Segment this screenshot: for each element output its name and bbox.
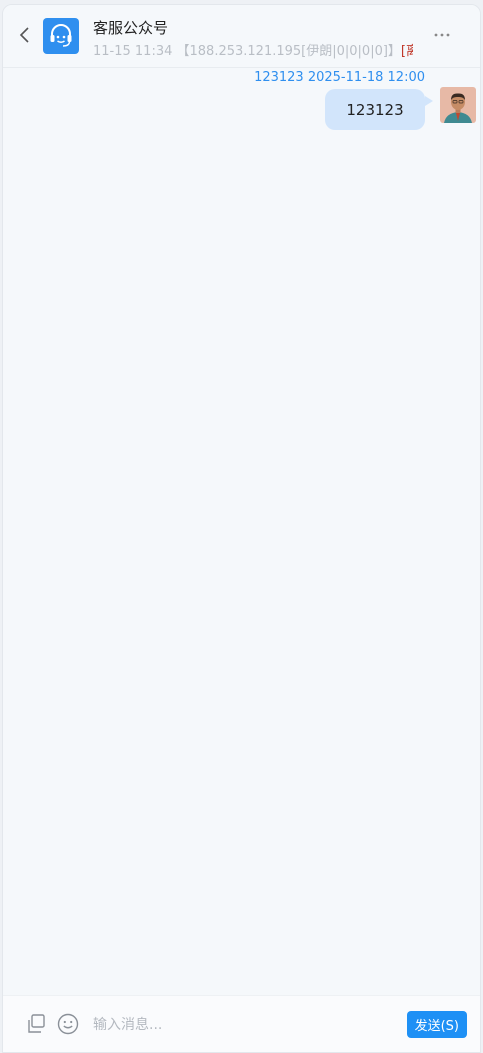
message-timestamp: 2025-11-18 12:00 <box>307 70 425 85</box>
ellipsis-icon[interactable] <box>432 25 452 45</box>
send-button[interactable]: 发送(S) <box>406 1011 467 1038</box>
message-list[interactable]: 123123 2025-11-18 12:00 123123 <box>3 67 480 996</box>
message-bubble[interactable]: 123123 <box>325 89 425 130</box>
chat-title: 客服公众号 <box>93 19 169 37</box>
user-avatar[interactable] <box>440 87 476 123</box>
chat-window: 客服公众号 11-15 11:34 【188.253.121.195[伊朗|0|… <box>2 4 481 1053</box>
message-input[interactable] <box>91 1010 395 1040</box>
bubble-tail <box>425 96 433 106</box>
chat-header: 客服公众号 11-15 11:34 【188.253.121.195[伊朗|0|… <box>3 5 480 68</box>
message-sender: 123123 <box>254 70 304 85</box>
chevron-left-icon[interactable] <box>16 23 36 47</box>
emoji-icon[interactable] <box>56 1012 80 1036</box>
copy-icon[interactable] <box>25 1013 47 1035</box>
chat-subtitle: 11-15 11:34 【188.253.121.195[伊朗|0|0|0|0]… <box>93 40 413 59</box>
ip-location-info: 【188.253.121.195[伊朗|0|0|0|0]】 <box>176 44 401 59</box>
message-meta: 123123 2025-11-18 12:00 <box>254 70 425 85</box>
last-active-time: 11-15 11:34 <box>93 44 173 59</box>
online-status: [离线] <box>400 44 413 59</box>
message-text: 123123 <box>346 100 404 119</box>
headset-icon <box>43 18 79 54</box>
input-bar: 发送(S) <box>3 995 480 1052</box>
